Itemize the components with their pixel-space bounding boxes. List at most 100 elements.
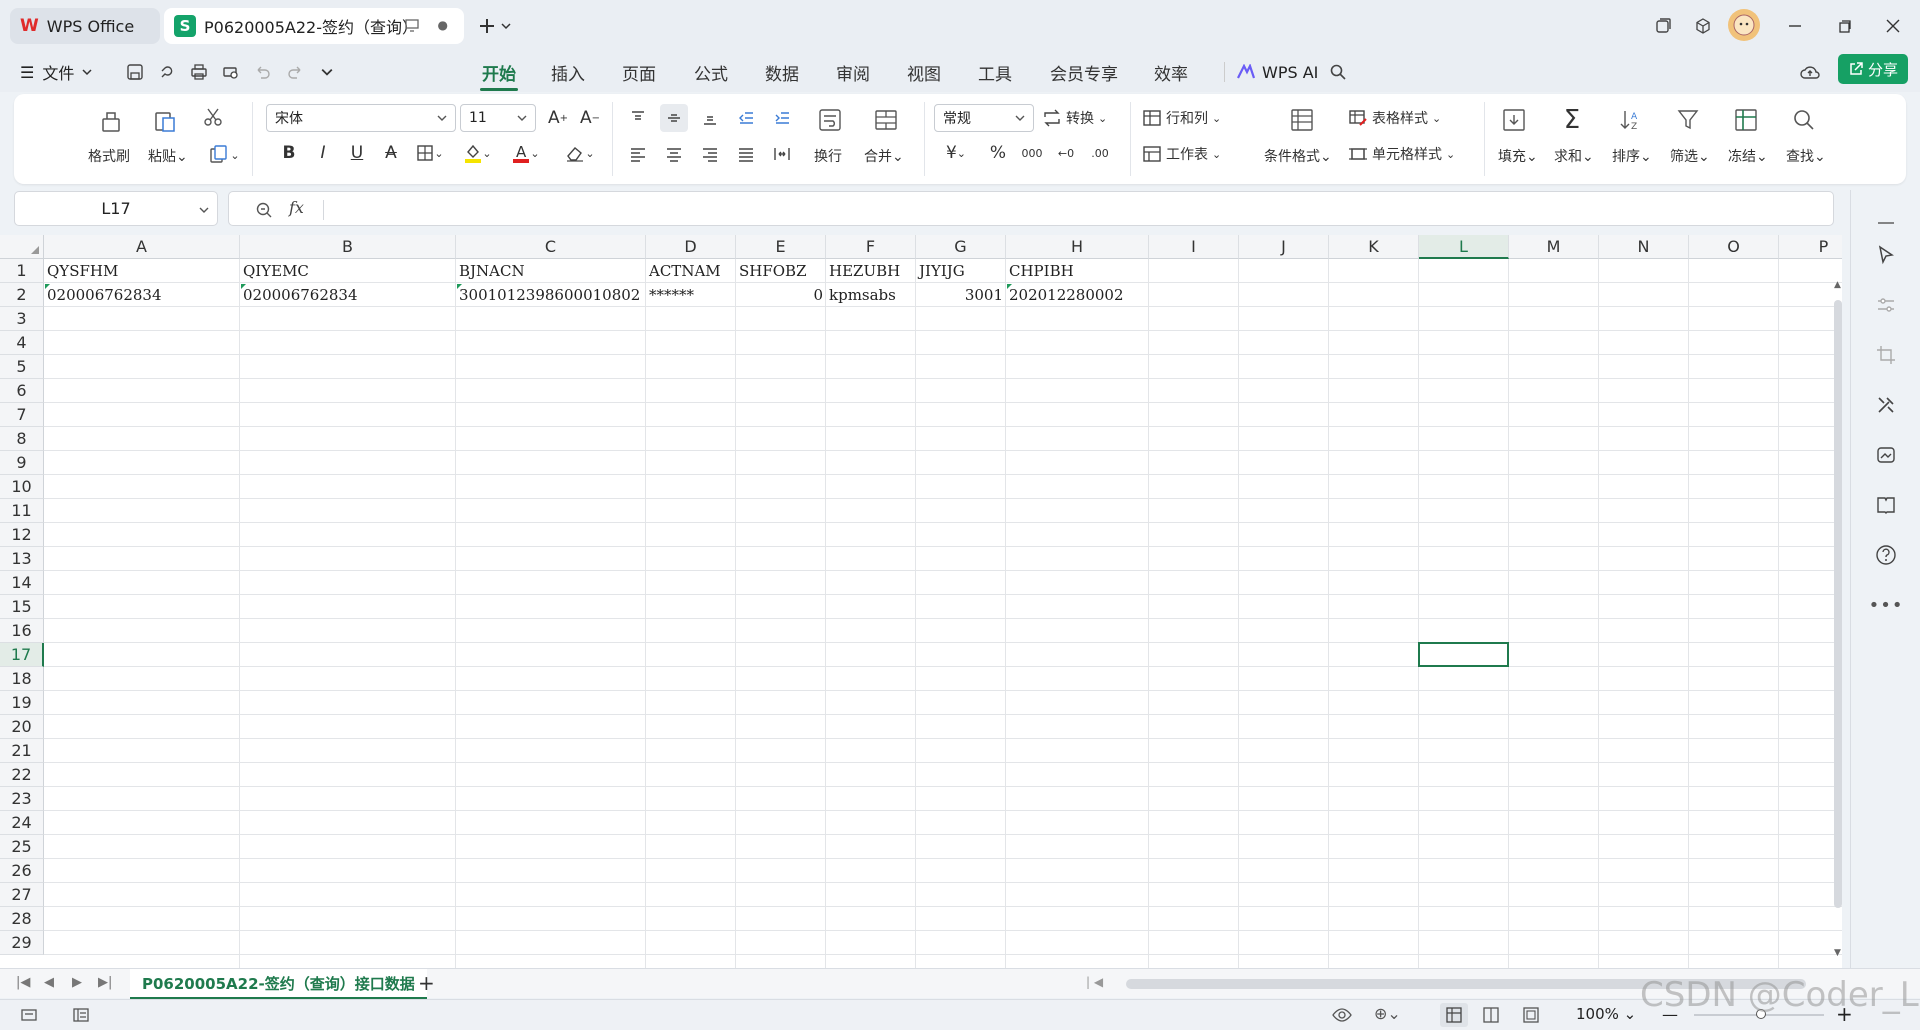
first-sheet-icon[interactable]: |◀ bbox=[16, 975, 30, 990]
add-sheet-button[interactable]: + bbox=[418, 971, 435, 995]
close-icon[interactable] bbox=[1878, 11, 1908, 41]
row-header-19[interactable]: 19 bbox=[0, 691, 44, 715]
wps-ai-button[interactable]: WPS AI bbox=[1236, 58, 1318, 86]
row-header-28[interactable]: 28 bbox=[0, 907, 44, 931]
cell-style-button[interactable]: 单元格样式 ⌄ bbox=[1348, 140, 1455, 168]
cell-C1[interactable]: BJNACN bbox=[456, 259, 646, 283]
row-header-5[interactable]: 5 bbox=[0, 355, 44, 379]
menu-tab-tools[interactable]: 工具 bbox=[968, 57, 1022, 87]
formula-input-area[interactable]: fx bbox=[228, 191, 1834, 226]
clear-format-icon[interactable]: ⌄ bbox=[560, 140, 600, 166]
prev-sheet-icon[interactable]: ◀ bbox=[44, 975, 54, 990]
page-break-view-icon[interactable] bbox=[1482, 1006, 1500, 1024]
number-format-select[interactable]: 常规 bbox=[934, 104, 1034, 132]
cut-icon[interactable] bbox=[200, 104, 226, 130]
copy-icon[interactable]: ⌄ bbox=[204, 142, 244, 168]
decrease-indent-icon[interactable] bbox=[732, 104, 760, 132]
column-header-g[interactable]: G bbox=[916, 235, 1006, 259]
italic-icon[interactable]: I bbox=[310, 140, 336, 166]
align-top-icon[interactable] bbox=[624, 104, 652, 132]
increase-indent-icon[interactable] bbox=[768, 104, 796, 132]
merge-cells-label[interactable]: 合并⌄ bbox=[864, 146, 904, 166]
print-icon[interactable] bbox=[184, 57, 214, 87]
row-header-15[interactable]: 15 bbox=[0, 595, 44, 619]
column-header-e[interactable]: E bbox=[736, 235, 826, 259]
font-color-icon[interactable]: A ⌄ bbox=[508, 140, 544, 166]
align-center-icon[interactable] bbox=[660, 140, 688, 168]
share-button[interactable]: 分享 bbox=[1838, 54, 1908, 84]
active-cell-selection[interactable] bbox=[1418, 642, 1509, 667]
locate-icon[interactable]: ⊕⌄ bbox=[1374, 1004, 1401, 1023]
scroll-down-arrow[interactable]: ▼ bbox=[1834, 948, 1842, 968]
cloud-upload-icon[interactable] bbox=[1795, 57, 1825, 87]
bold-icon[interactable]: B bbox=[276, 140, 302, 166]
select-cursor-icon[interactable] bbox=[1871, 240, 1901, 270]
sliders-icon[interactable] bbox=[1871, 290, 1901, 320]
cell-D2[interactable]: ****** bbox=[646, 283, 736, 307]
freeze-icon[interactable] bbox=[1730, 104, 1762, 136]
increase-decimal-icon[interactable]: ←0 bbox=[1052, 140, 1080, 166]
justify-icon[interactable] bbox=[732, 140, 760, 168]
row-header-26[interactable]: 26 bbox=[0, 859, 44, 883]
avatar[interactable] bbox=[1728, 9, 1760, 41]
help-icon[interactable] bbox=[1871, 540, 1901, 570]
spreadsheet-grid[interactable]: ABCDEFGHIJKLMNOP 1 2 3 4 5 6 7 8 9 10 11 12 13 14 15 16… bbox=[0, 235, 1842, 968]
zoom-formula-icon[interactable] bbox=[255, 201, 273, 219]
cell-E1[interactable]: SHFOBZ bbox=[736, 259, 826, 283]
file-menu[interactable]: ☰ 文件 bbox=[20, 60, 92, 84]
freeze-label[interactable]: 冻结⌄ bbox=[1728, 146, 1768, 166]
cell-G2[interactable]: 3001 bbox=[916, 283, 1006, 307]
chevron-down-icon[interactable] bbox=[498, 11, 514, 41]
scroll-left-icon[interactable]: | ◀ bbox=[1086, 975, 1103, 989]
row-header-21[interactable]: 21 bbox=[0, 739, 44, 763]
column-header-b[interactable]: B bbox=[240, 235, 456, 259]
wrap-text-icon[interactable] bbox=[814, 104, 846, 136]
filter-label[interactable]: 筛选⌄ bbox=[1670, 146, 1710, 166]
name-box[interactable]: L17 bbox=[14, 191, 218, 226]
align-bottom-icon[interactable] bbox=[696, 104, 724, 132]
table-style-button[interactable]: 表格样式 ⌄ bbox=[1348, 104, 1441, 132]
column-header-h[interactable]: H bbox=[1006, 235, 1149, 259]
row-header-22[interactable]: 22 bbox=[0, 763, 44, 787]
more-icon[interactable]: ••• bbox=[1869, 590, 1903, 620]
row-header-8[interactable]: 8 bbox=[0, 427, 44, 451]
cell-G1[interactable]: JIYIJG bbox=[916, 259, 1006, 283]
cell-A1[interactable]: QYSFHM bbox=[44, 259, 240, 283]
row-header-9[interactable]: 9 bbox=[0, 451, 44, 475]
row-header-23[interactable]: 23 bbox=[0, 787, 44, 811]
window-restore-icon[interactable] bbox=[1648, 11, 1678, 41]
column-header-n[interactable]: N bbox=[1599, 235, 1689, 259]
distribute-icon[interactable] bbox=[768, 140, 796, 168]
cell-A2[interactable]: 020006762834 bbox=[44, 283, 240, 307]
merge-cells-icon[interactable] bbox=[870, 104, 902, 136]
find-label[interactable]: 查找⌄ bbox=[1786, 146, 1826, 166]
format-painter-icon[interactable] bbox=[96, 106, 126, 136]
save-icon[interactable] bbox=[120, 57, 150, 87]
border-icon[interactable]: ⌄ bbox=[412, 140, 448, 166]
decrease-decimal-icon[interactable]: .00 bbox=[1086, 140, 1114, 166]
percent-icon[interactable]: % bbox=[984, 140, 1012, 166]
menu-tab-view[interactable]: 视图 bbox=[897, 57, 951, 87]
fill-label[interactable]: 填充⌄ bbox=[1498, 146, 1538, 166]
collapse-panel-icon[interactable] bbox=[1871, 208, 1901, 238]
cell-E2[interactable]: 0 bbox=[736, 283, 826, 307]
redo-icon[interactable] bbox=[280, 57, 310, 87]
search-icon[interactable] bbox=[1323, 57, 1353, 87]
align-left-icon[interactable] bbox=[624, 140, 652, 168]
paste-icon[interactable] bbox=[150, 106, 180, 136]
sheet-tab-active[interactable]: P0620005A22-签约（查询）接口数据 bbox=[130, 969, 427, 999]
currency-icon[interactable]: ¥ ⌄ bbox=[938, 140, 974, 166]
cell-H1[interactable]: CHPIBH bbox=[1006, 259, 1149, 283]
paste-label[interactable]: 粘贴⌄ bbox=[148, 146, 188, 166]
column-header-f[interactable]: F bbox=[826, 235, 916, 259]
underline-icon[interactable]: U bbox=[344, 140, 370, 166]
row-header-20[interactable]: 20 bbox=[0, 715, 44, 739]
font-size-select[interactable]: 11 bbox=[460, 104, 536, 132]
fill-icon[interactable] bbox=[1498, 104, 1530, 136]
chevron-down-icon[interactable] bbox=[312, 57, 342, 87]
column-header-d[interactable]: D bbox=[646, 235, 736, 259]
macro-icon[interactable] bbox=[20, 1006, 38, 1024]
scroll-up-arrow[interactable]: ▲ bbox=[1834, 280, 1842, 300]
menu-tab-home[interactable]: 开始 bbox=[472, 57, 526, 91]
maximize-icon[interactable] bbox=[1830, 11, 1860, 41]
